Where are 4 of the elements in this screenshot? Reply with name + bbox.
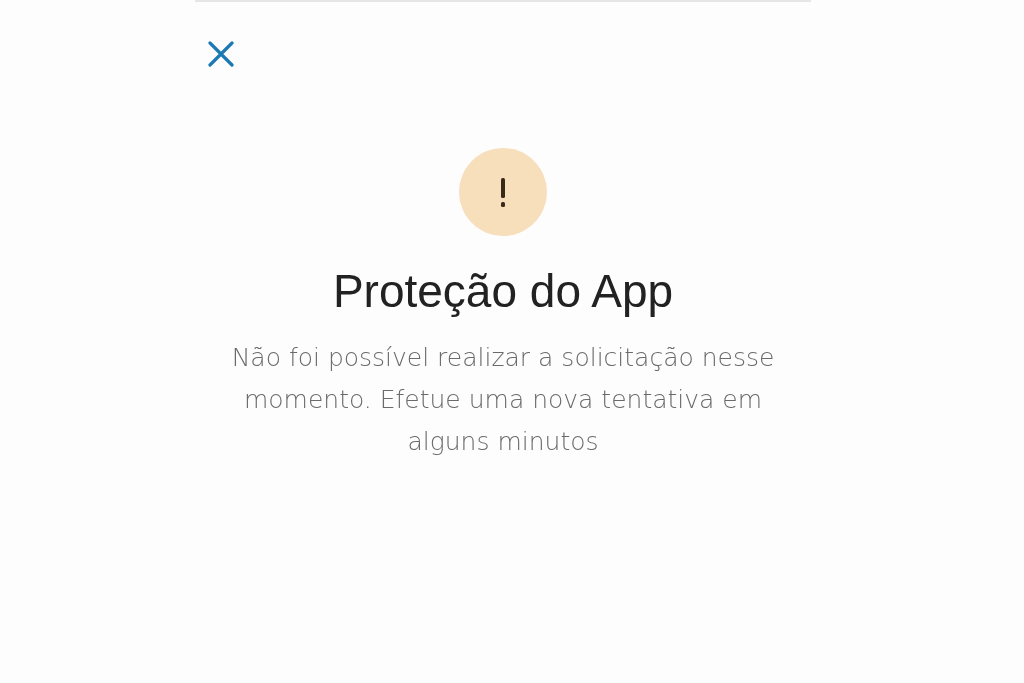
error-message: Não foi possível realizar a solicitação nesse momento. Efetue uma nova tentativa em alguns minutos: [230, 342, 776, 459]
warning-icon: [459, 148, 547, 236]
dialog-title: Proteção do App: [332, 264, 674, 319]
close-icon: [208, 41, 234, 67]
